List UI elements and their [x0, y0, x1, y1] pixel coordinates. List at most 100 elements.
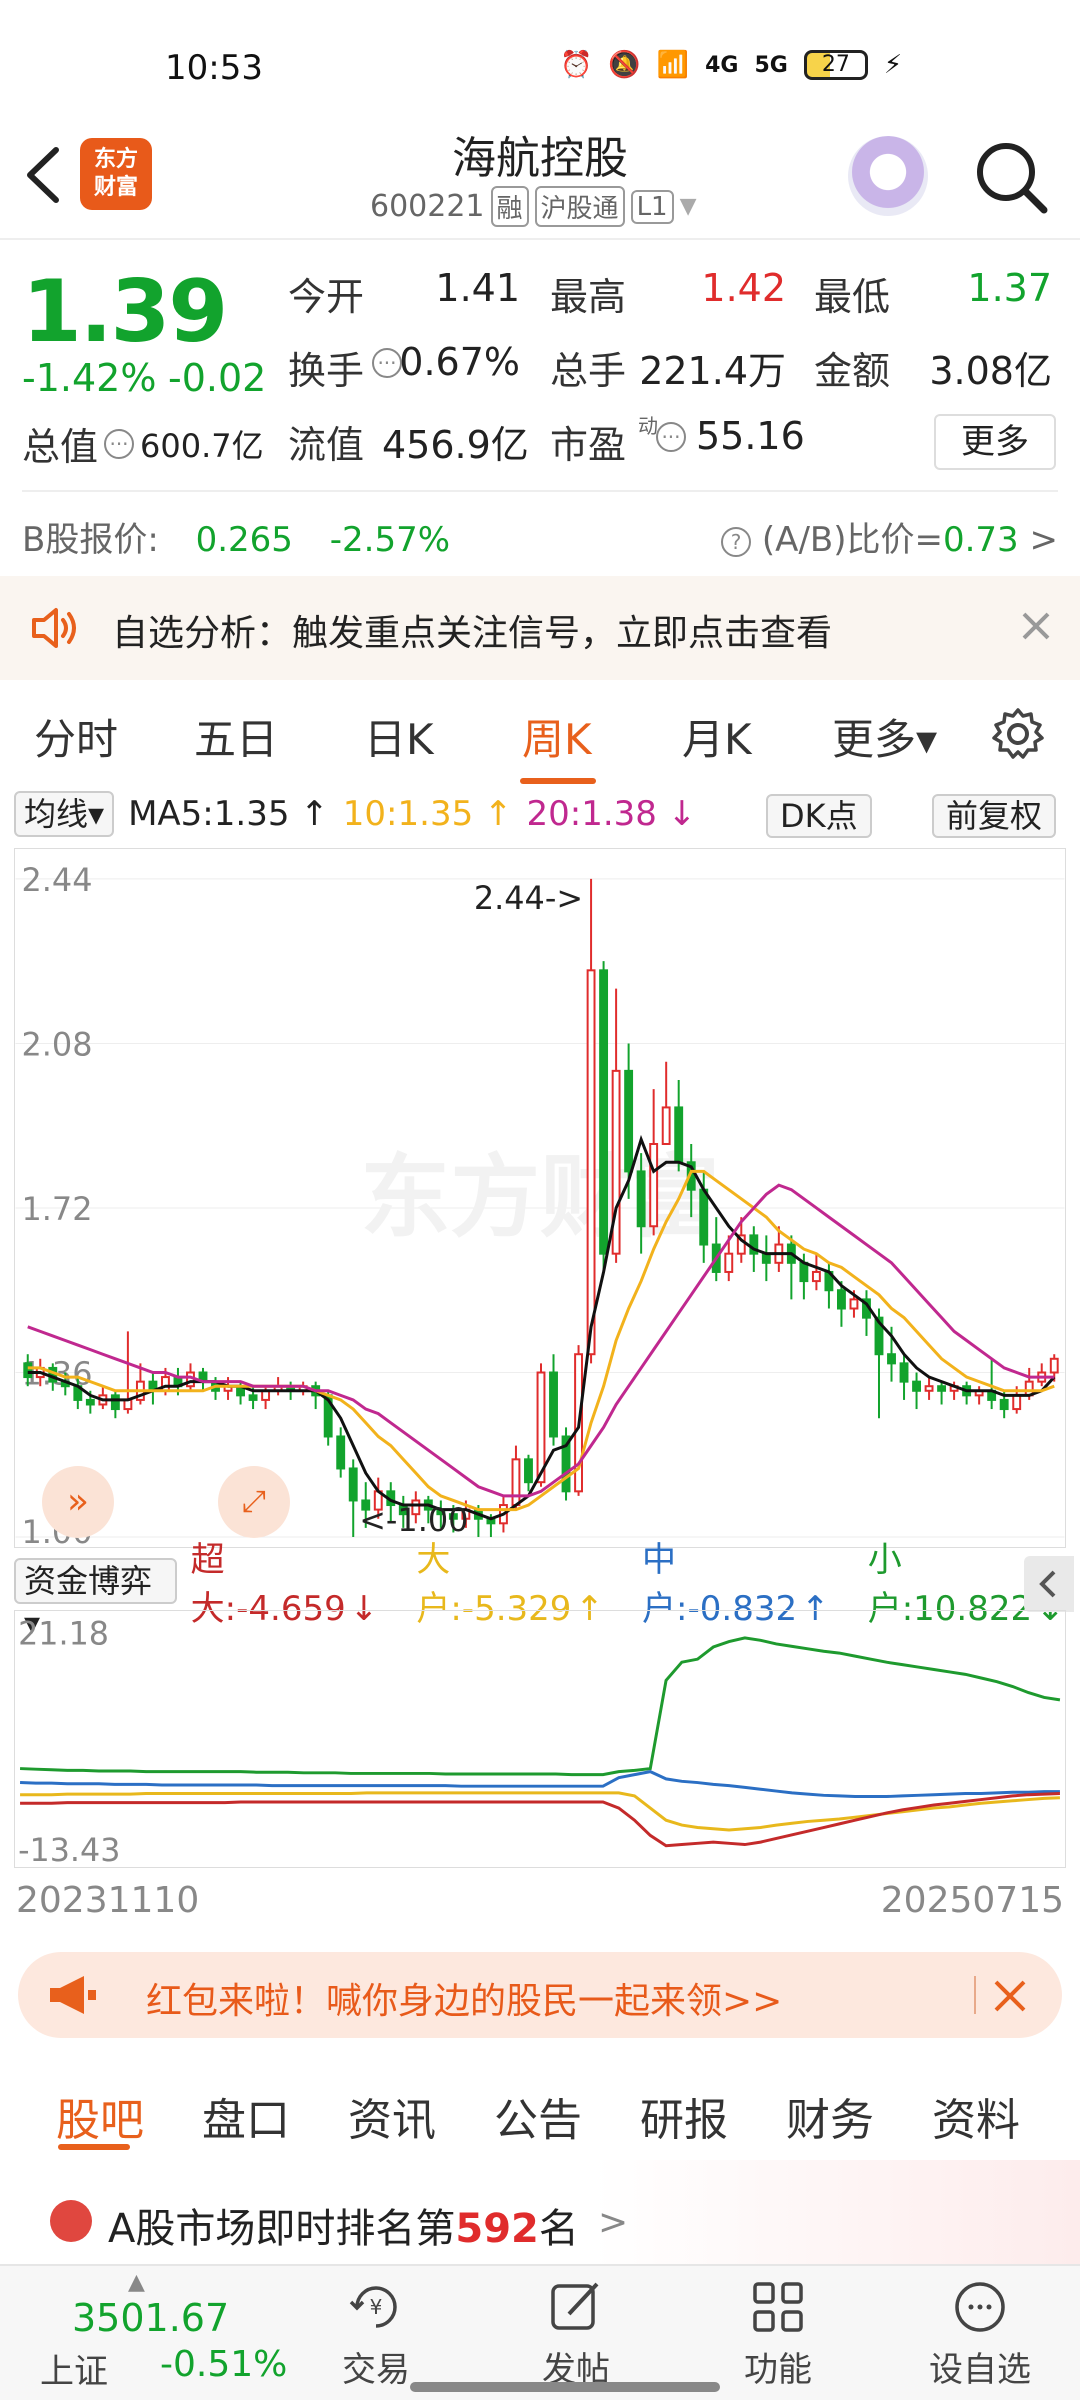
favorite-icon	[955, 2282, 1005, 2332]
home-indicator[interactable]	[410, 2382, 720, 2392]
ab-ratio[interactable]: ? (A/B)比价=0.73 >	[721, 512, 1058, 561]
candle-body	[674, 1106, 684, 1164]
content-tab[interactable]: 盘口	[202, 2084, 290, 2148]
nav-post[interactable]: 发帖	[516, 2276, 636, 2391]
adjust-button[interactable]: 前复权	[932, 794, 1057, 838]
connect-tag: 沪股通	[534, 186, 625, 227]
back-icon[interactable]	[20, 140, 70, 210]
content-tab[interactable]: 公告	[494, 2084, 582, 2148]
candle-body	[649, 1142, 659, 1228]
content-tab[interactable]: 研报	[640, 2084, 728, 2148]
rank-chart-icon	[50, 2200, 92, 2242]
nav-favorite[interactable]: 设自选	[920, 2276, 1040, 2391]
content-tab[interactable]: 财务	[786, 2084, 874, 2148]
expand-sidebar-icon[interactable]: »	[42, 1466, 114, 1538]
network-4g: 4G	[705, 52, 739, 78]
content-tab[interactable]: 股吧	[56, 2084, 144, 2148]
candle-body	[336, 1435, 346, 1470]
change-percent: -1.42%	[22, 356, 157, 400]
app-logo[interactable]: 东方 财富	[80, 138, 152, 210]
help-icon: ?	[721, 526, 752, 557]
candle-body	[23, 1362, 33, 1379]
candle-body	[724, 1252, 734, 1273]
status-icons: ⏰ 🔕 📶 4G 5G 27 ⚡	[560, 50, 902, 80]
collapse-icon[interactable]	[1024, 1556, 1074, 1612]
fund-line	[20, 1791, 1060, 1848]
index-expand-icon[interactable]: ▲	[128, 2270, 145, 2295]
status-time: 10:53	[165, 48, 263, 88]
index-value[interactable]: 3501.67	[72, 2296, 229, 2340]
candle-body	[661, 1106, 671, 1145]
quote-label: 总手	[550, 349, 627, 393]
assistant-robot-icon[interactable]	[848, 136, 928, 216]
fullscreen-icon[interactable]: ⤢	[218, 1466, 290, 1538]
banner-close-icon[interactable]	[990, 1976, 1030, 2016]
quote-value: 1.42	[701, 266, 786, 310]
tab-period[interactable]: 分时	[34, 706, 118, 767]
fund-flow-chart[interactable]: 21.18 -13.43	[14, 1610, 1066, 1868]
candle-body	[624, 1069, 634, 1173]
stock-code-row[interactable]: 600221 融 沪股通 L1 ▼	[370, 186, 697, 227]
rank-number: 592	[455, 2206, 539, 2252]
content-tab[interactable]: 资讯	[348, 2084, 436, 2148]
candle-body	[599, 969, 609, 1255]
candle-body	[899, 1362, 909, 1383]
stock-name: 海航控股	[452, 133, 628, 184]
content-tab[interactable]: 资料	[932, 2084, 1020, 2148]
fund-selector[interactable]: 资金博弈 ▾	[14, 1558, 177, 1642]
post-icon	[551, 2282, 599, 2330]
quote-value: 0.67%	[399, 340, 520, 384]
banner-text[interactable]: 红包来啦！喊你身边的股民一起来领>>	[146, 1972, 782, 2024]
nav-apps[interactable]: 功能	[718, 2276, 838, 2391]
y-tick-label: 2.44	[21, 861, 92, 899]
notice-text[interactable]: 自选分析：触发重点关注信号，立即点击查看	[112, 604, 832, 656]
rank-text[interactable]: A股市场即时排名第592名	[108, 2196, 579, 2254]
battery-icon: 27	[803, 50, 868, 80]
candle-body	[586, 969, 596, 1356]
info-icon: ···	[656, 422, 686, 452]
quote-label: 金额	[814, 349, 891, 393]
fund-line	[20, 1791, 1060, 1832]
tab-period[interactable]: 五日	[194, 706, 278, 767]
tab-period[interactable]: 更多▾	[832, 706, 937, 767]
candle-body	[248, 1394, 258, 1401]
high-annotation: 2.44->	[474, 879, 583, 917]
chevron-right-icon: >	[598, 2202, 629, 2243]
gear-icon[interactable]	[990, 706, 1046, 762]
tab-period[interactable]: 周K	[522, 706, 592, 767]
more-button[interactable]: 更多	[934, 414, 1056, 470]
svg-text:¥: ¥	[370, 2295, 383, 2319]
quote-value: 1.37	[967, 266, 1052, 310]
candlestick-chart[interactable]: 2.442.081.721.361.00东方财富2.44-><-1.00	[14, 848, 1066, 1548]
speaker-icon	[32, 608, 76, 648]
total-value-cell[interactable]: 总值 ··· 600.7亿	[22, 416, 264, 471]
quote-value: 55.16	[696, 414, 805, 458]
fund-row: 资金博弈 ▾ 超大:-4.659 ↓ 大户:-5.329 ↑ 中户:-0.832 ↑ 小户:…	[14, 1540, 1080, 1642]
current-price: 1.39	[22, 262, 228, 362]
nav-trade[interactable]: ¥ 交易	[316, 2276, 436, 2391]
banner-separator	[974, 1976, 976, 2014]
mute-icon: 🔕	[608, 50, 641, 80]
index-change: -0.51%	[160, 2344, 288, 2385]
dk-point-button[interactable]: DK点	[766, 794, 872, 838]
network-5g: 5G	[754, 52, 788, 78]
quote-divider	[22, 490, 1058, 492]
pe-dynamic-mark: 动	[638, 414, 658, 438]
margin-tag: 融	[490, 186, 529, 227]
index-name: 上证	[40, 2352, 108, 2392]
candle-body	[912, 1380, 921, 1392]
candle-body	[549, 1371, 558, 1438]
quote-value: 3.08亿	[929, 349, 1052, 393]
search-icon[interactable]	[972, 138, 1050, 216]
apps-icon	[753, 2282, 803, 2332]
tab-period[interactable]: 月K	[682, 706, 752, 767]
indicator-selector[interactable]: 均线▾	[14, 791, 115, 837]
ma-row: 均线▾ MA5:1.35 ↑ 10:1.35 ↑ 20:1.38 ↓	[14, 790, 696, 838]
quote-label: 换手	[288, 349, 365, 393]
quote-label: 最高	[550, 275, 627, 319]
active-tab-indicator	[520, 778, 596, 784]
tab-period[interactable]: 日K	[364, 706, 434, 767]
candle-body	[110, 1394, 120, 1411]
close-icon[interactable]	[1016, 606, 1056, 646]
y-tick-label: 21.18	[18, 1617, 109, 1653]
